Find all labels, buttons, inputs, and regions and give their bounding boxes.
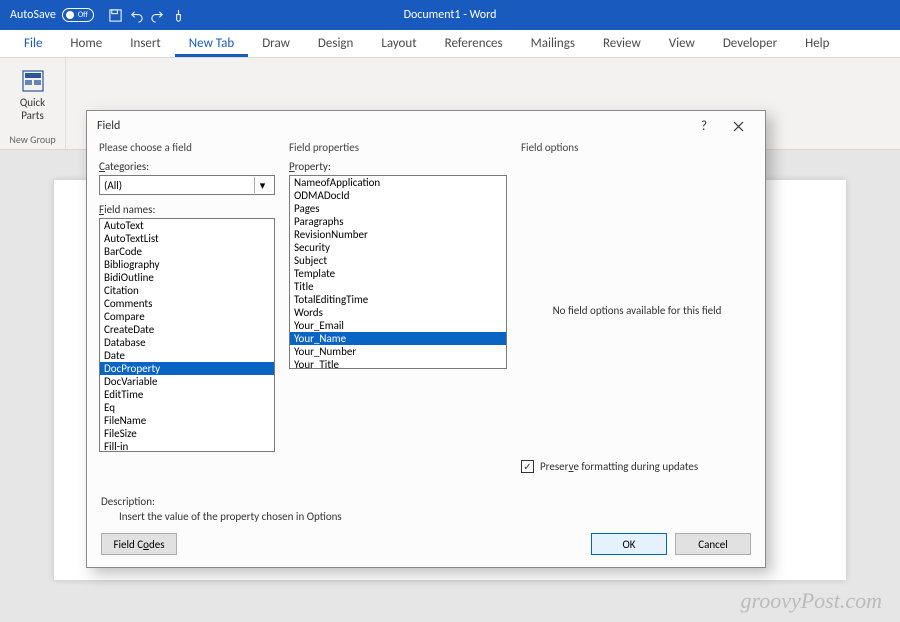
dialog-title: Field (97, 119, 120, 133)
tab-developer[interactable]: Developer (709, 32, 791, 57)
list-item[interactable]: FileSize (100, 427, 274, 440)
list-item[interactable]: Database (100, 336, 274, 349)
tab-references[interactable]: References (431, 32, 517, 57)
list-item[interactable]: Citation (100, 284, 274, 297)
tab-file[interactable]: File (10, 32, 56, 57)
panel-header: Field options (521, 141, 753, 154)
list-item[interactable]: Paragraphs (290, 215, 506, 228)
undo-icon[interactable] (129, 8, 144, 23)
dialog-footer: Field Codes OK Cancel (87, 523, 765, 567)
list-item[interactable]: Your_Email (290, 319, 506, 332)
list-item[interactable]: Date (100, 349, 274, 362)
list-item[interactable]: Pages (290, 202, 506, 215)
redo-icon[interactable] (150, 8, 165, 23)
list-item[interactable]: BarCode (100, 245, 274, 258)
list-item[interactable]: DocProperty (100, 362, 274, 375)
quick-parts-icon (20, 68, 46, 94)
field-dialog: Field ? Please choose a field Categories… (86, 110, 766, 568)
list-item[interactable]: Bibliography (100, 258, 274, 271)
list-item[interactable]: Your_Name (290, 332, 506, 345)
no-options-text: No field options available for this fiel… (521, 160, 753, 460)
tab-view[interactable]: View (655, 32, 709, 57)
quick-access-toolbar (108, 8, 186, 23)
tab-design[interactable]: Design (304, 32, 367, 57)
tab-help[interactable]: Help (791, 32, 843, 57)
categories-label: Categories: (99, 160, 275, 173)
tab-insert[interactable]: Insert (116, 32, 175, 57)
quick-parts-button[interactable]: Quick Parts (20, 62, 46, 132)
list-item[interactable]: CreateDate (100, 323, 274, 336)
panel-header: Please choose a field (99, 141, 275, 154)
property-listbox[interactable]: NameofApplicationODMADocIdPagesParagraph… (289, 175, 507, 369)
ribbon-tabs: FileHomeInsertNew TabDrawDesignLayoutRef… (0, 30, 900, 58)
field-properties-panel: Field properties Property: NameofApplica… (289, 141, 507, 483)
fieldnames-listbox[interactable]: AutoTextAutoTextListBarCodeBibliographyB… (99, 218, 275, 452)
list-item[interactable]: Your_Number (290, 345, 506, 358)
list-item[interactable]: DocVariable (100, 375, 274, 388)
tab-layout[interactable]: Layout (367, 32, 430, 57)
list-item[interactable]: AutoTextList (100, 232, 274, 245)
checkbox-icon: ✓ (521, 460, 534, 473)
list-item[interactable]: Fill-in (100, 440, 274, 452)
property-label: Property: (289, 160, 507, 173)
ribbon-group-label: New Group (5, 132, 59, 147)
list-item[interactable]: AutoText (100, 219, 274, 232)
description-section: Description: Insert the value of the pro… (87, 489, 765, 523)
choose-field-panel: Please choose a field Categories: (All) … (99, 141, 275, 483)
field-options-panel: Field options No field options available… (521, 141, 753, 483)
tab-home[interactable]: Home (56, 32, 116, 57)
close-icon (733, 121, 744, 132)
categories-combo[interactable]: (All) ▾ (99, 175, 275, 195)
preserve-formatting-checkbox[interactable]: ✓ Preserve formatting during updates (521, 460, 753, 483)
list-item[interactable]: Comments (100, 297, 274, 310)
list-item[interactable]: Your_Title (290, 358, 506, 369)
list-item[interactable]: EditTime (100, 388, 274, 401)
list-item[interactable]: Compare (100, 310, 274, 323)
field-codes-button[interactable]: Field Codes (101, 533, 177, 555)
list-item[interactable]: NameofApplication (290, 176, 506, 189)
help-button[interactable]: ? (687, 111, 721, 141)
save-icon[interactable] (108, 8, 123, 23)
cancel-button[interactable]: Cancel (675, 533, 751, 555)
tab-draw[interactable]: Draw (248, 32, 304, 57)
ribbon-group-new: Quick Parts New Group (0, 58, 66, 149)
list-item[interactable]: TotalEditingTime (290, 293, 506, 306)
tab-review[interactable]: Review (589, 32, 655, 57)
panel-header: Field properties (289, 141, 507, 154)
list-item[interactable]: Eq (100, 401, 274, 414)
tab-mailings[interactable]: Mailings (517, 32, 589, 57)
close-button[interactable] (721, 111, 755, 141)
fieldnames-label: Field names: (99, 203, 275, 216)
touch-mouse-icon[interactable] (171, 8, 186, 23)
description-label: Description: (101, 495, 751, 508)
list-item[interactable]: ODMADocId (290, 189, 506, 202)
list-item[interactable]: BidiOutline (100, 271, 274, 284)
chevron-down-icon: ▾ (254, 177, 270, 193)
description-text: Insert the value of the property chosen … (101, 508, 751, 523)
ok-button[interactable]: OK (591, 533, 667, 555)
list-item[interactable]: Subject (290, 254, 506, 267)
list-item[interactable]: Template (290, 267, 506, 280)
autosave-toggle[interactable]: AutoSave Off (10, 8, 94, 22)
list-item[interactable]: RevisionNumber (290, 228, 506, 241)
title-bar: AutoSave Off Document1 - Word (0, 0, 900, 30)
watermark: groovyPost.com (740, 588, 882, 614)
list-item[interactable]: Words (290, 306, 506, 319)
dialog-titlebar: Field ? (87, 111, 765, 141)
list-item[interactable]: Title (290, 280, 506, 293)
tab-new-tab[interactable]: New Tab (175, 32, 248, 57)
list-item[interactable]: Security (290, 241, 506, 254)
list-item[interactable]: FileName (100, 414, 274, 427)
